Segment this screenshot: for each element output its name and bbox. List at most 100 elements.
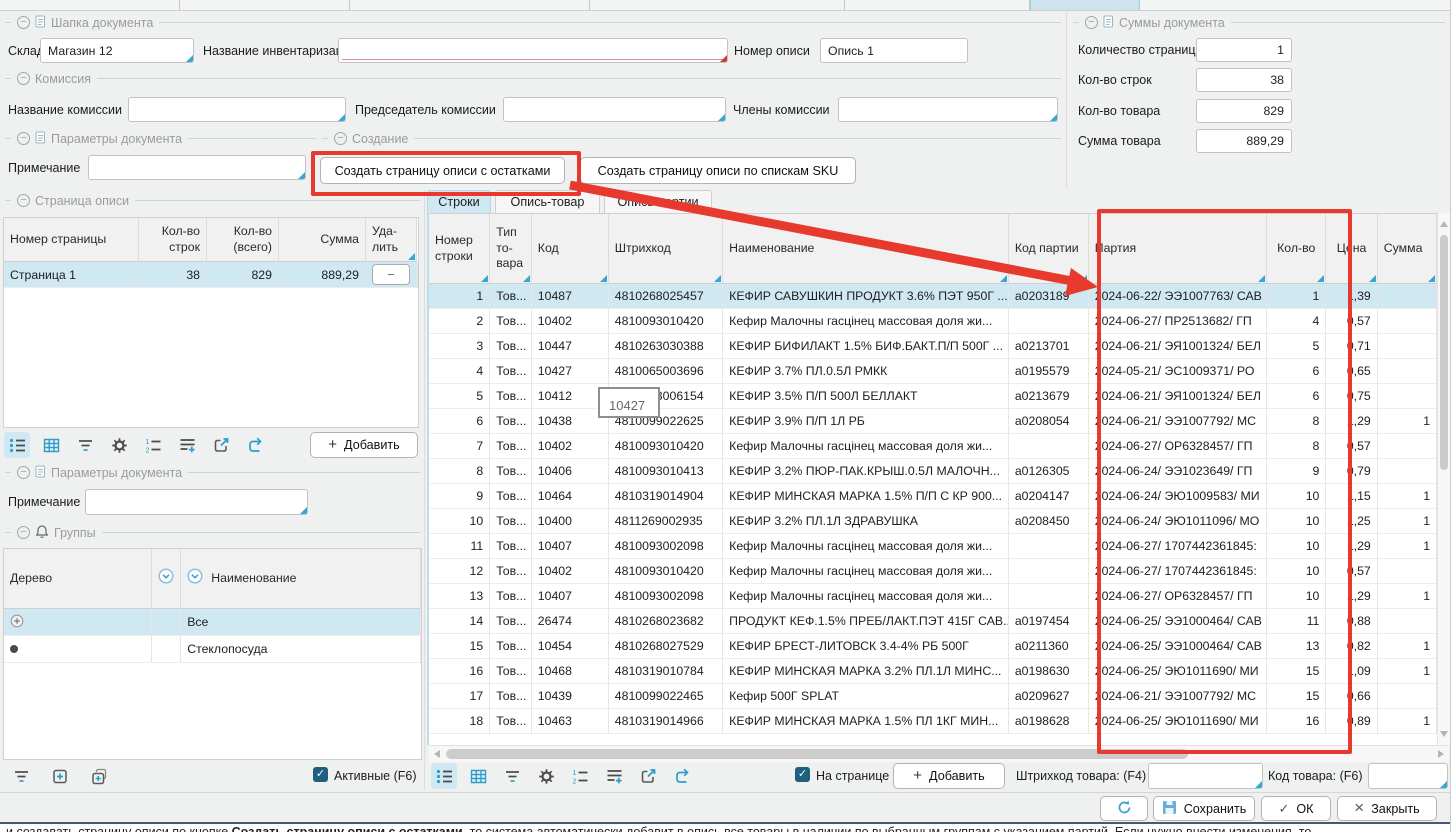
sums-row-value[interactable]: 38: [1196, 68, 1292, 92]
table-row[interactable]: 17Тов...104394810099022465Кефир 500Г SPL…: [429, 684, 1437, 709]
filter-icon[interactable]: [72, 432, 98, 458]
main-col-qty[interactable]: Кол-во: [1267, 214, 1326, 284]
pages-col-header[interactable]: Кол-во (всего): [207, 218, 279, 262]
warehouse-input[interactable]: Магазин 12: [40, 38, 194, 63]
list-number-input[interactable]: Опись 1: [820, 38, 968, 63]
main-col-batch[interactable]: Партия: [1089, 214, 1267, 284]
collapse-icon[interactable]: −: [17, 16, 30, 29]
collapse-icon[interactable]: −: [17, 466, 30, 479]
pages-col-header[interactable]: Кол-во строк: [139, 218, 207, 262]
table-row[interactable]: 18Тов...104634810319014966КЕФИР МИНСКАЯ …: [429, 709, 1437, 734]
pages-col-header[interactable]: Номер страницы: [4, 218, 139, 262]
collapse-icon[interactable]: −: [334, 132, 347, 145]
create-page-remains-button[interactable]: Создать страницу описи с остатками: [320, 157, 565, 184]
table-row[interactable]: 2Тов...104024810093010420Кефир Малочны г…: [429, 309, 1437, 334]
top-tab-stub[interactable]: [0, 0, 1140, 10]
collapse-icon[interactable]: −: [1085, 16, 1098, 29]
scroll-right-icon[interactable]: [1438, 750, 1444, 758]
collapse-icon[interactable]: −: [17, 132, 30, 145]
note2-input[interactable]: [85, 489, 308, 515]
scroll-down-icon[interactable]: [1440, 731, 1448, 737]
horizontal-scrollbar[interactable]: [429, 745, 1449, 762]
expand-icon[interactable]: [10, 614, 24, 631]
tab-1[interactable]: Строки: [427, 190, 491, 213]
main-col-batch-code[interactable]: Код партии: [1009, 214, 1089, 284]
table-row[interactable]: 9Тов...104644810319014904КЕФИР МИНСКАЯ М…: [429, 484, 1437, 509]
boxes-add-icon[interactable]: [86, 763, 112, 789]
list-add-icon[interactable]: [174, 432, 200, 458]
table-grid-icon[interactable]: [38, 432, 64, 458]
chevron-down-circle-icon[interactable]: [187, 568, 203, 588]
table-row[interactable]: Все: [4, 609, 421, 636]
create-page-sku-button[interactable]: Создать страницу описи по спискам SKU: [580, 157, 856, 184]
pages-col-header[interactable]: Сумма: [279, 218, 366, 262]
main-col-type[interactable]: Тип то-вара: [490, 214, 532, 284]
groups-col-dropdown[interactable]: [152, 549, 181, 609]
sums-row-value[interactable]: 829: [1196, 99, 1292, 123]
tab-3[interactable]: Опись-партии: [604, 190, 712, 213]
commission-members-input[interactable]: [838, 97, 1058, 122]
main-col-price[interactable]: Цена: [1326, 214, 1377, 284]
tab-2[interactable]: Опись-товар: [495, 190, 600, 213]
main-col-name[interactable]: Наименование: [723, 214, 1009, 284]
chevron-down-circle-icon[interactable]: [158, 568, 174, 588]
main-col-barcode[interactable]: Штрихкод: [609, 214, 723, 284]
ok-button[interactable]: ОК: [1261, 796, 1331, 821]
horizontal-scroll-thumb[interactable]: [446, 749, 1188, 759]
sums-row-value[interactable]: 1: [1196, 38, 1292, 62]
reload-icon[interactable]: [669, 763, 695, 789]
pages-col-header[interactable]: Уда-лить: [366, 218, 417, 262]
table-row[interactable]: 11Тов...104074810093002098Кефир Малочны …: [429, 534, 1437, 559]
pages-add-button[interactable]: Добавить: [310, 432, 418, 458]
inventory-name-input[interactable]: [338, 38, 728, 63]
table-row[interactable]: Страница 138829889,29−: [4, 262, 418, 288]
settings-icon[interactable]: [106, 432, 132, 458]
table-row[interactable]: Стеклопосуда: [4, 636, 421, 663]
vertical-scroll-thumb[interactable]: [1440, 235, 1448, 470]
commission-name-input[interactable]: [128, 97, 346, 122]
active-f6-checkbox[interactable]: [313, 767, 328, 782]
list-add-icon[interactable]: [601, 763, 627, 789]
table-row[interactable]: 5Тов...104124810263006154КЕФИР 3.5% П/П …: [429, 384, 1437, 409]
list-view-icon[interactable]: [4, 432, 30, 458]
collapse-icon[interactable]: −: [17, 72, 30, 85]
save-button[interactable]: Сохранить: [1153, 796, 1255, 821]
collapse-icon[interactable]: −: [17, 526, 30, 539]
list-view-icon[interactable]: [431, 763, 457, 789]
table-row[interactable]: 8Тов...104064810093010413КЕФИР 3.2% ПЮР-…: [429, 459, 1437, 484]
table-row[interactable]: 6Тов...104384810099022625КЕФИР 3.9% П/П …: [429, 409, 1437, 434]
table-row[interactable]: 3Тов...104474810263030388КЕФИР БИФИЛАКТ …: [429, 334, 1437, 359]
table-grid-icon[interactable]: [465, 763, 491, 789]
table-row[interactable]: 4Тов...104274810065003696КЕФИР 3.7% ПЛ.0…: [429, 359, 1437, 384]
table-row[interactable]: 12Тов...104024810093010420Кефир Малочны …: [429, 559, 1437, 584]
top-tab-stub-active[interactable]: [1030, 0, 1140, 10]
table-row[interactable]: 14Тов...264744810268023682ПРОДУКТ КЕФ.1.…: [429, 609, 1437, 634]
table-row[interactable]: 13Тов...104074810093002098Кефир Малочны …: [429, 584, 1437, 609]
refresh-button[interactable]: [1100, 796, 1148, 821]
reload-icon[interactable]: [242, 432, 268, 458]
numbered-list-icon[interactable]: 12: [140, 432, 166, 458]
settings-icon[interactable]: [533, 763, 559, 789]
table-row[interactable]: 7Тов...104024810093010420Кефир Малочны г…: [429, 434, 1437, 459]
code-f6-input[interactable]: [1368, 763, 1448, 789]
open-external-icon[interactable]: [208, 432, 234, 458]
filter-icon[interactable]: [499, 763, 525, 789]
box-add-icon[interactable]: [47, 763, 73, 789]
numbered-list-icon[interactable]: 12: [567, 763, 593, 789]
table-row[interactable]: 15Тов...104544810268027529КЕФИР БРЕСТ-ЛИ…: [429, 634, 1437, 659]
collapse-icon[interactable]: −: [17, 194, 30, 207]
commission-chair-input[interactable]: [503, 97, 726, 122]
main-col-sum[interactable]: Сумма: [1378, 214, 1437, 284]
groups-col-tree[interactable]: Дерево: [4, 549, 152, 609]
scroll-up-icon[interactable]: [1440, 221, 1448, 227]
sums-row-value[interactable]: 889,29: [1196, 129, 1292, 153]
groups-col-name[interactable]: Наименование: [181, 549, 421, 609]
main-add-button[interactable]: Добавить: [893, 763, 1005, 789]
filter-icon[interactable]: [8, 763, 34, 789]
open-external-icon[interactable]: [635, 763, 661, 789]
on-page-checkbox[interactable]: [795, 767, 810, 782]
main-col-line-no[interactable]: Номер строки: [429, 214, 490, 284]
scroll-left-icon[interactable]: [434, 750, 440, 758]
barcode-f4-input[interactable]: [1148, 763, 1263, 789]
delete-page-button[interactable]: −: [372, 264, 410, 285]
